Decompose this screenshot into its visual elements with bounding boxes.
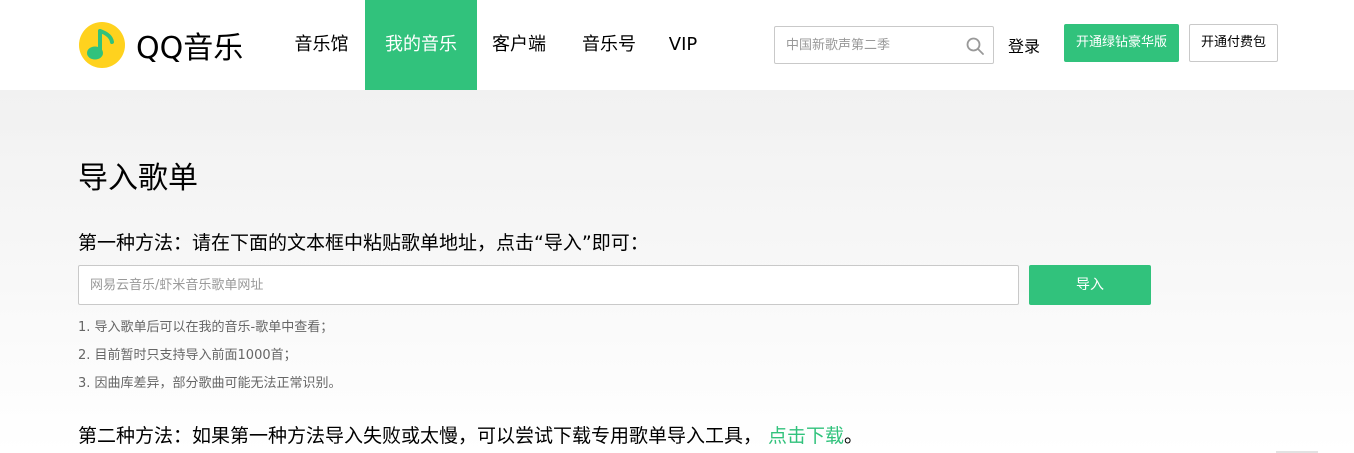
download-link[interactable]: 点击下载 (768, 425, 844, 447)
nav-item-my-music[interactable]: 我的音乐 (365, 0, 477, 90)
search-icon[interactable] (965, 36, 985, 56)
note-item: 3. 因曲库差异，部分歌曲可能无法正常识别。 (78, 376, 342, 391)
page-title: 导入歌单 (78, 161, 198, 196)
search-input[interactable] (775, 27, 955, 63)
note-item: 1. 导入歌单后可以在我的音乐-歌单中查看； (78, 320, 334, 335)
login-link[interactable]: 登录 (1008, 33, 1040, 57)
nav-item-vip[interactable]: VIP (657, 0, 709, 90)
nav-item-music-account[interactable]: 音乐号 (561, 0, 657, 90)
method2-text: 第二种方法：如果第一种方法导入失败或太慢，可以尝试下载专用歌单导入工具， (78, 425, 763, 447)
site-header: QQ音乐 音乐馆 我的音乐 客户端 音乐号 VIP 登录 开通绿钻豪华版 开通付… (0, 0, 1354, 90)
qq-music-logo-icon (79, 22, 125, 68)
method2-period: 。 (844, 425, 864, 447)
notes-list: 1. 导入歌单后可以在我的音乐-歌单中查看； 2. 目前暂时只支持导入前面100… (78, 318, 342, 402)
playlist-url-input[interactable] (78, 265, 1019, 305)
method1-instruction: 第一种方法：请在下面的文本框中粘贴歌单地址，点击“导入”即可： (78, 232, 649, 254)
nav-item-music-hall[interactable]: 音乐馆 (278, 0, 365, 90)
import-playlist-section: 导入歌单 第一种方法：请在下面的文本框中粘贴歌单地址，点击“导入”即可： 导入 … (0, 90, 1354, 453)
method2-instruction: 第二种方法：如果第一种方法导入失败或太慢，可以尝试下载专用歌单导入工具， 点击下载… (78, 421, 863, 448)
logo[interactable]: QQ音乐 (78, 21, 243, 69)
note-item: 2. 目前暂时只支持导入前面1000首； (78, 348, 297, 363)
import-button[interactable]: 导入 (1029, 265, 1151, 305)
nav-item-client[interactable]: 客户端 (477, 0, 561, 90)
open-pack-button[interactable]: 开通付费包 (1189, 24, 1278, 62)
open-vip-button[interactable]: 开通绿钻豪华版 (1064, 24, 1179, 62)
main-nav: 音乐馆 我的音乐 客户端 音乐号 VIP (278, 0, 709, 90)
logo-text: QQ音乐 (136, 31, 244, 66)
search-box (774, 26, 994, 64)
